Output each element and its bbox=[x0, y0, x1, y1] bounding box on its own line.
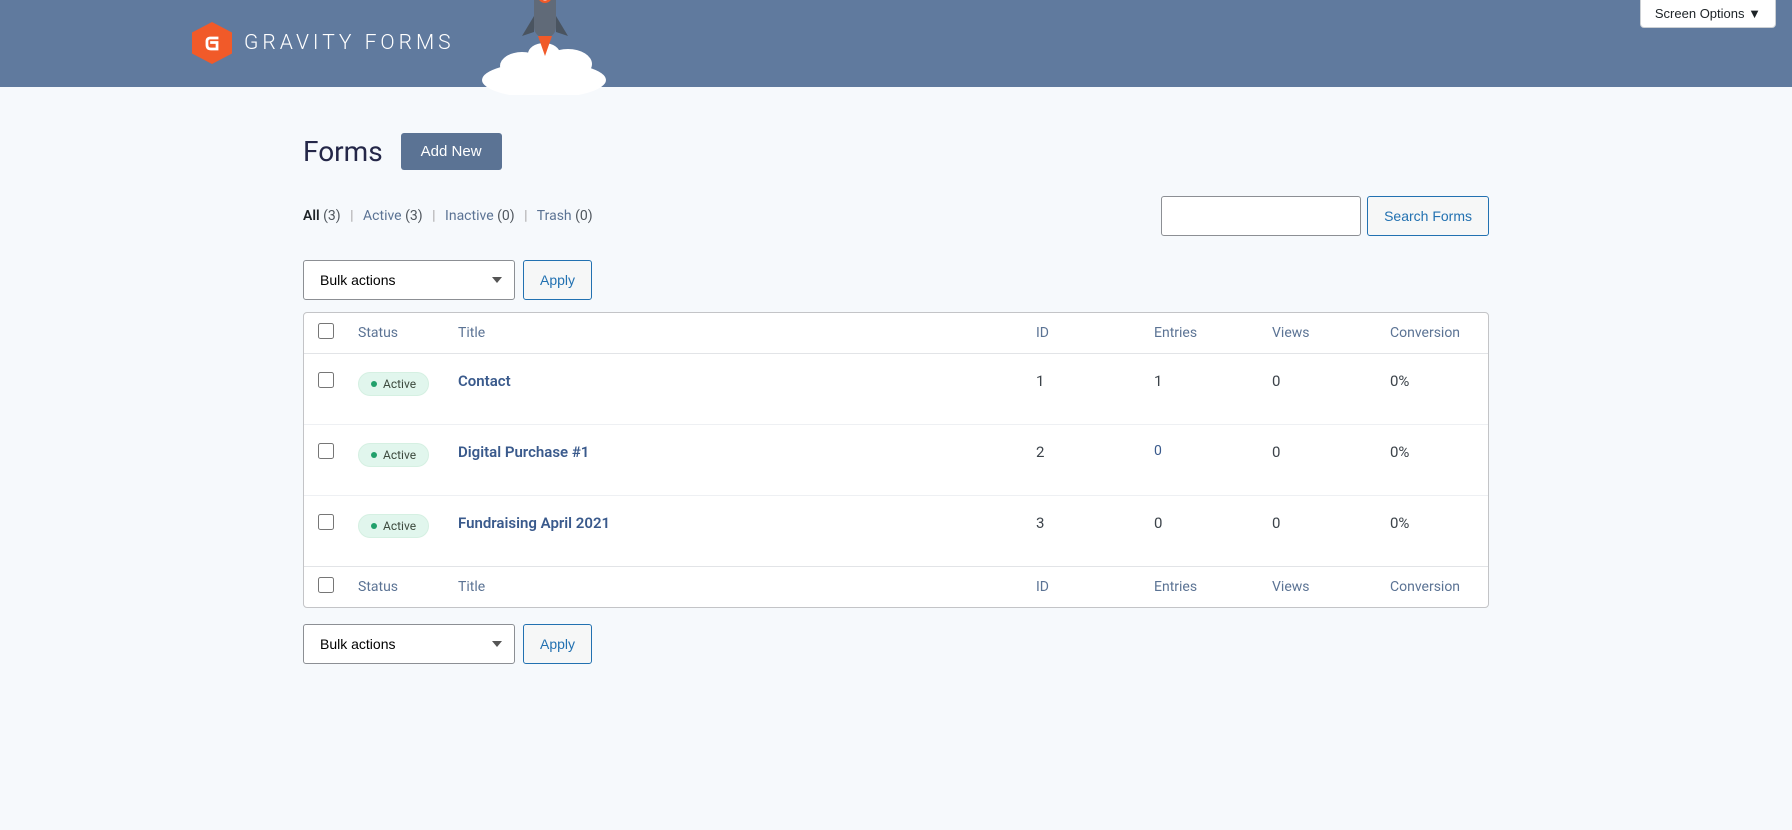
col-id-header[interactable]: ID bbox=[1036, 325, 1049, 341]
entries-count: 0 bbox=[1154, 514, 1162, 532]
filter-search-row: All (3) | Active (3) | Inactive (0) | Tr… bbox=[303, 196, 1489, 236]
table-header-row: Status Title ID Entries Views Conversion bbox=[304, 313, 1488, 354]
views-count: 0 bbox=[1272, 443, 1280, 461]
filter-trash[interactable]: Trash (0) bbox=[537, 208, 593, 224]
apply-button-bottom[interactable]: Apply bbox=[523, 624, 592, 664]
row-checkbox[interactable] bbox=[318, 372, 334, 388]
rocket-illustration bbox=[474, 0, 614, 95]
filter-inactive[interactable]: Inactive (0) bbox=[445, 208, 518, 224]
form-title-link[interactable]: Fundraising April 2021 bbox=[458, 514, 610, 532]
entries-count: 1 bbox=[1154, 372, 1162, 390]
views-count: 0 bbox=[1272, 514, 1280, 532]
col-conversion-footer[interactable]: Conversion bbox=[1390, 579, 1460, 595]
brand-text: GRAVITY FORMS bbox=[244, 31, 455, 55]
col-views-footer[interactable]: Views bbox=[1272, 579, 1310, 595]
page-title-row: Forms Add New bbox=[303, 133, 1489, 170]
col-views-header[interactable]: Views bbox=[1272, 325, 1310, 341]
page-title: Forms bbox=[303, 135, 383, 168]
form-title-link[interactable]: Contact bbox=[458, 372, 511, 390]
search-input[interactable] bbox=[1161, 196, 1361, 236]
chevron-down-icon: ▼ bbox=[1748, 6, 1761, 21]
col-status-header[interactable]: Status bbox=[358, 325, 398, 341]
status-dot-icon bbox=[371, 452, 377, 458]
filter-active[interactable]: Active (3) bbox=[363, 208, 426, 224]
row-checkbox[interactable] bbox=[318, 443, 334, 459]
table-row: Active Fundraising April 2021 3 0 0 0% bbox=[304, 496, 1488, 567]
top-header: Screen Options ▼ GRAVITY FORMS bbox=[0, 0, 1792, 87]
table-footer-row: Status Title ID Entries Views Conversion bbox=[304, 567, 1488, 608]
conversion-rate: 0% bbox=[1390, 372, 1409, 390]
forms-table: Status Title ID Entries Views Conversion… bbox=[303, 312, 1489, 608]
conversion-rate: 0% bbox=[1390, 443, 1409, 461]
add-new-button[interactable]: Add New bbox=[401, 133, 502, 170]
brand-logo: GRAVITY FORMS bbox=[192, 22, 455, 64]
row-checkbox[interactable] bbox=[318, 514, 334, 530]
table-row: Active Digital Purchase #1 2 0 0 0% bbox=[304, 425, 1488, 496]
col-status-footer[interactable]: Status bbox=[358, 579, 398, 595]
main-container: Forms Add New All (3) | Active (3) | Ina… bbox=[303, 87, 1489, 704]
views-count: 0 bbox=[1272, 372, 1280, 390]
bulk-actions-select-bottom[interactable]: Bulk actions bbox=[303, 624, 515, 664]
col-conversion-header[interactable]: Conversion bbox=[1390, 325, 1460, 341]
apply-button-top[interactable]: Apply bbox=[523, 260, 592, 300]
filter-all[interactable]: All (3) bbox=[303, 208, 344, 224]
logo-badge-icon bbox=[192, 22, 232, 64]
select-all-checkbox-bottom[interactable] bbox=[318, 577, 334, 593]
form-id: 2 bbox=[1036, 443, 1044, 461]
filter-links: All (3) | Active (3) | Inactive (0) | Tr… bbox=[303, 208, 593, 224]
form-id: 1 bbox=[1036, 372, 1044, 390]
entries-count[interactable]: 0 bbox=[1154, 443, 1162, 459]
search-wrap: Search Forms bbox=[1161, 196, 1489, 236]
status-badge[interactable]: Active bbox=[358, 372, 429, 396]
form-title-link[interactable]: Digital Purchase #1 bbox=[458, 443, 589, 461]
screen-options-label: Screen Options bbox=[1655, 6, 1745, 21]
status-dot-icon bbox=[371, 381, 377, 387]
col-entries-header[interactable]: Entries bbox=[1154, 325, 1197, 341]
rocket-icon bbox=[474, 0, 614, 95]
status-badge[interactable]: Active bbox=[358, 514, 429, 538]
bulk-actions-top: Bulk actions Apply bbox=[303, 260, 1489, 300]
col-entries-footer[interactable]: Entries bbox=[1154, 579, 1197, 595]
form-id: 3 bbox=[1036, 514, 1044, 532]
table-row: Active Contact 1 1 0 0% bbox=[304, 354, 1488, 425]
col-title-header[interactable]: Title bbox=[458, 325, 485, 341]
col-title-footer[interactable]: Title bbox=[458, 579, 485, 595]
status-dot-icon bbox=[371, 523, 377, 529]
status-badge[interactable]: Active bbox=[358, 443, 429, 467]
screen-options-button[interactable]: Screen Options ▼ bbox=[1640, 0, 1776, 28]
bulk-actions-select-top[interactable]: Bulk actions bbox=[303, 260, 515, 300]
conversion-rate: 0% bbox=[1390, 514, 1409, 532]
gravity-g-icon bbox=[201, 32, 223, 54]
bulk-actions-bottom: Bulk actions Apply bbox=[303, 624, 1489, 664]
col-id-footer[interactable]: ID bbox=[1036, 579, 1049, 595]
search-forms-button[interactable]: Search Forms bbox=[1367, 196, 1489, 236]
select-all-checkbox-top[interactable] bbox=[318, 323, 334, 339]
